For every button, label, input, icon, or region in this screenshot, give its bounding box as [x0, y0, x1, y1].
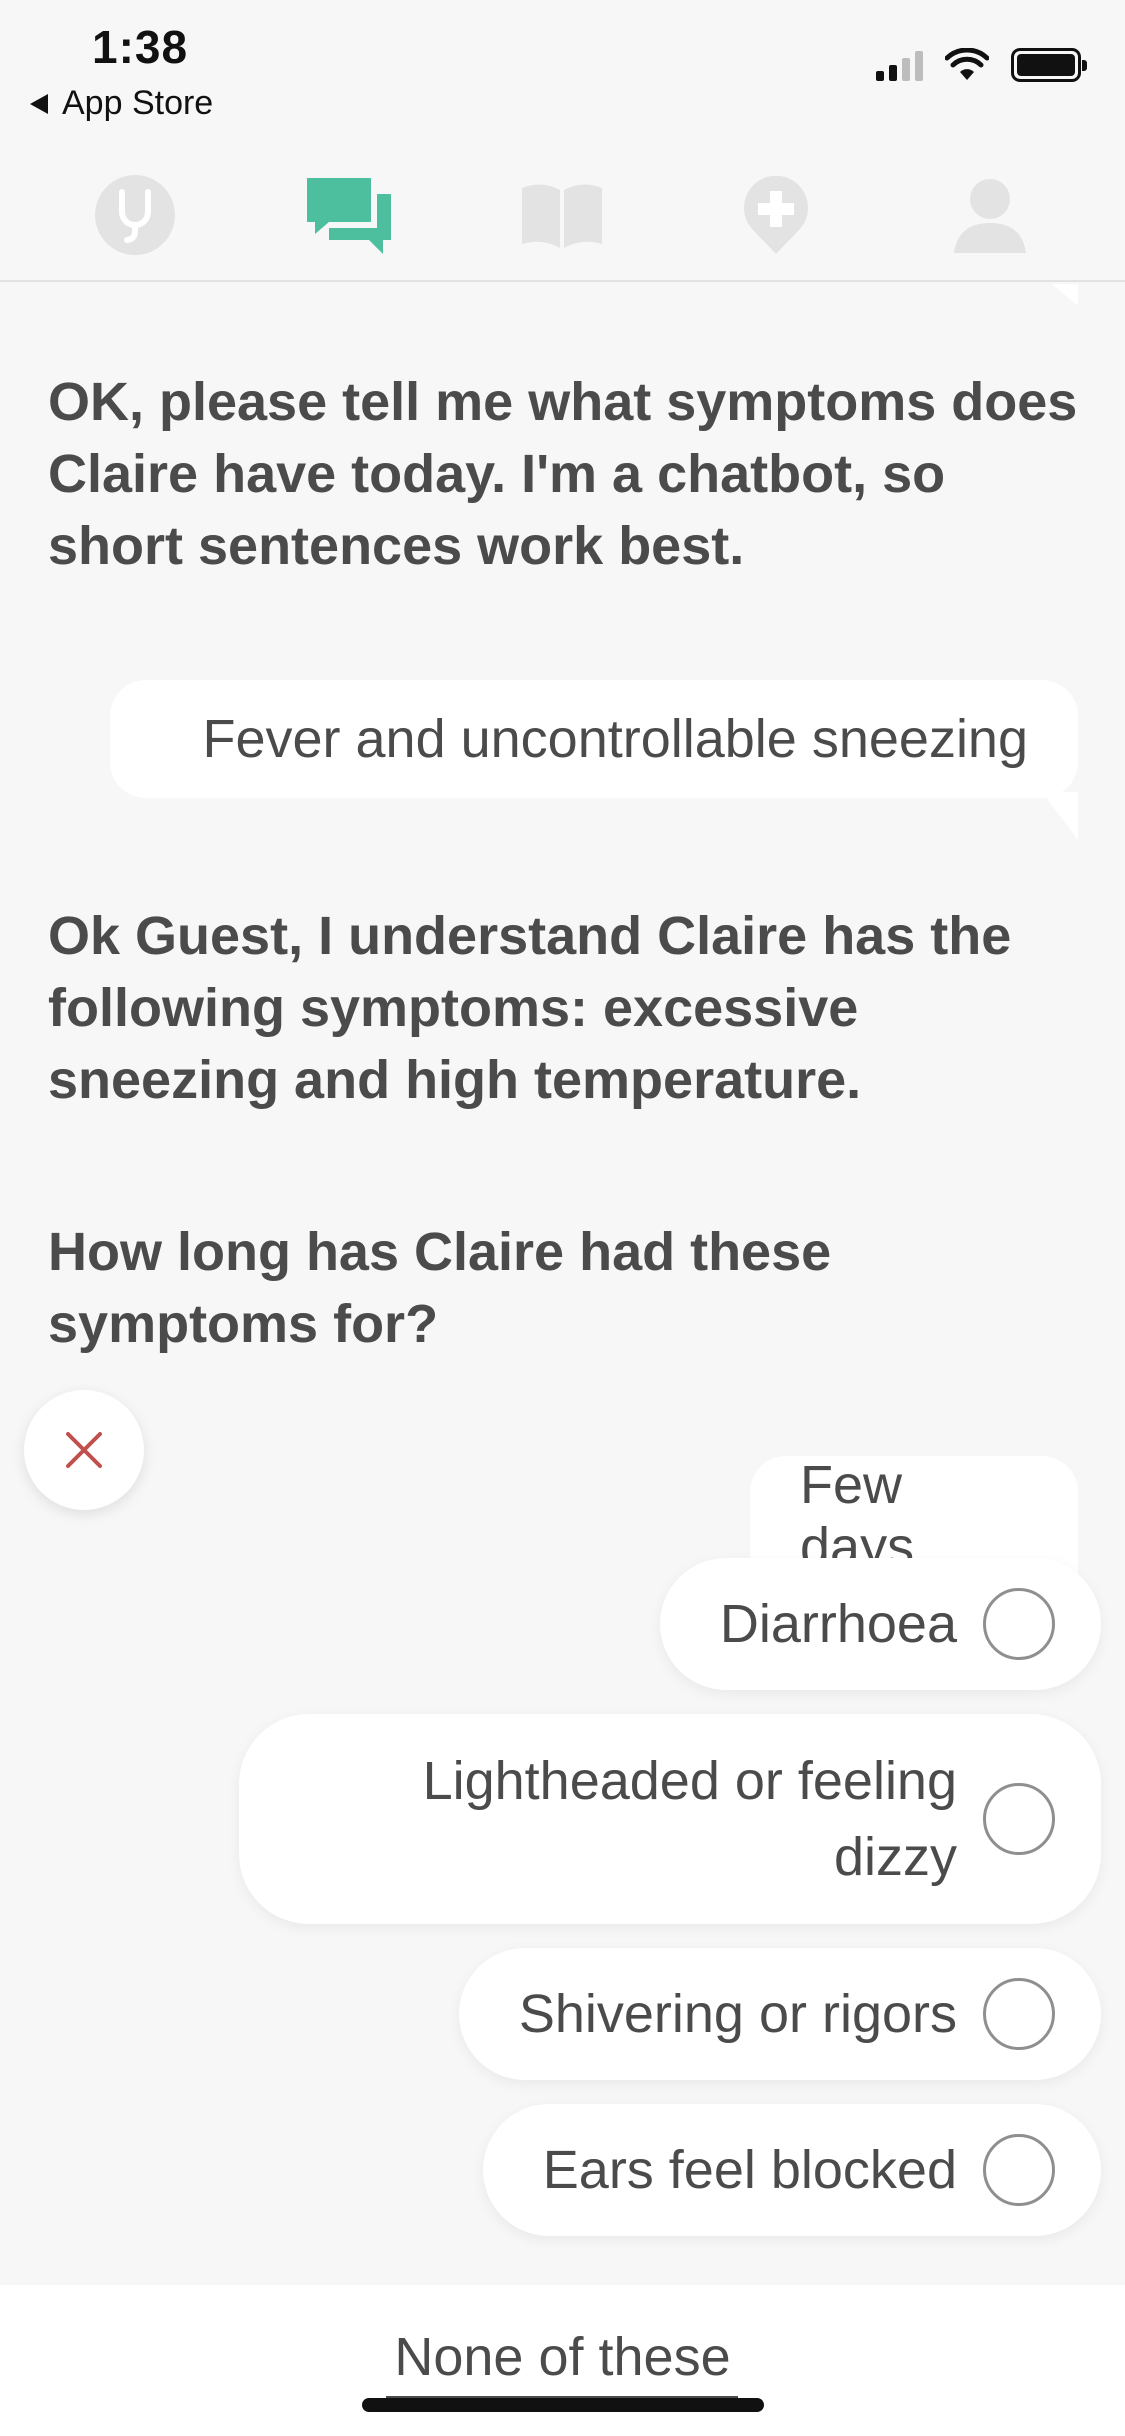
option-ears-blocked[interactable]: Ears feel blocked: [482, 2104, 1101, 2236]
book-icon: [522, 184, 603, 248]
back-to-app-store-link[interactable]: App Store: [30, 84, 213, 123]
option-label: Ears feel blocked: [542, 2140, 957, 2200]
signal-icon: [876, 49, 923, 81]
radio-button[interactable]: [983, 2134, 1055, 2206]
option-diarrhoea[interactable]: Diarrhoea: [659, 1558, 1101, 1690]
health-pin-icon: [744, 175, 809, 254]
tab-library[interactable]: [492, 165, 632, 265]
user-message-bubble: Fever and uncontrollable sneezing: [110, 680, 1078, 798]
close-button[interactable]: [24, 1390, 144, 1510]
tab-checker[interactable]: [65, 165, 205, 265]
option-label: Diarrhoea: [719, 1594, 957, 1654]
option-label: Lightheaded or feeling dizzy: [422, 1751, 957, 1887]
bot-question: How long has Claire had these symptoms f…: [48, 1222, 832, 1354]
radio-button[interactable]: [983, 1978, 1055, 2050]
radio-button[interactable]: [983, 1588, 1055, 1660]
option-shivering[interactable]: Shivering or rigors: [458, 1948, 1101, 2080]
profile-icon: [954, 179, 1027, 253]
user-bubble-tail: [1042, 792, 1078, 840]
chat-icon: [306, 178, 391, 254]
option-label: Shivering or rigors: [518, 1984, 957, 2044]
option-lightheaded[interactable]: Lightheaded or feeling dizzy: [239, 1714, 1101, 1924]
radio-button[interactable]: [983, 1783, 1055, 1855]
user-message-text: Fever and uncontrollable sneezing: [202, 709, 1028, 769]
status-bar: 1:38 App Store: [0, 0, 1125, 140]
close-icon: [66, 1432, 102, 1468]
stethoscope-icon: [94, 175, 175, 255]
top-tab-bar: [0, 150, 1125, 282]
previous-bubble-tail: [1052, 284, 1078, 306]
tab-chat[interactable]: [279, 165, 419, 265]
back-arrow-icon: [30, 93, 48, 114]
battery-icon: [1011, 48, 1087, 82]
status-time: 1:38: [92, 21, 189, 73]
back-link-label: App Store: [62, 84, 214, 122]
system-icons: [876, 48, 1087, 82]
tab-profile[interactable]: [920, 165, 1060, 265]
bot-message: Ok Guest, I understand Claire has the fo…: [48, 906, 1012, 1110]
wifi-icon: [945, 48, 989, 80]
home-indicator[interactable]: [362, 2398, 764, 2412]
tab-health[interactable]: [706, 165, 846, 265]
bot-message: OK, please tell me what symptoms does Cl…: [48, 372, 1078, 576]
none-of-these-button[interactable]: None of these: [0, 2326, 1125, 2388]
